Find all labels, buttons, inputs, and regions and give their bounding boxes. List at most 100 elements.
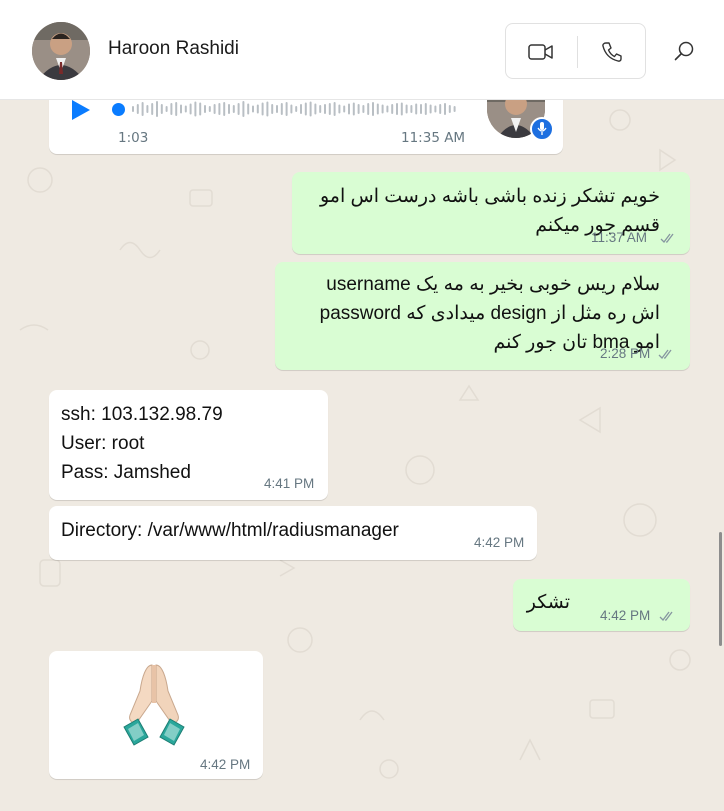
- waveform-bar: [415, 103, 418, 115]
- waveform-bar: [280, 103, 283, 115]
- waveform-bar: [256, 104, 259, 114]
- video-camera-icon: [528, 44, 553, 60]
- message-text: User: root: [61, 433, 145, 454]
- waveform-bar: [237, 103, 240, 115]
- chat-header: Haroon Rashidi: [0, 0, 724, 100]
- waveform-bar: [352, 102, 355, 116]
- video-call-button[interactable]: [506, 24, 576, 80]
- message-time: 4:42 PM: [200, 757, 251, 772]
- message-time: 2:28 PM: [600, 346, 651, 361]
- waveform-bar: [434, 105, 437, 113]
- waveform-bar: [343, 105, 346, 113]
- waveform-bar: [252, 105, 254, 113]
- waveform-bar: [180, 104, 182, 114]
- waveform-bar: [199, 102, 202, 116]
- message-text: Pass: Jamshed: [61, 462, 191, 483]
- message-time: 4:42 PM: [600, 608, 651, 623]
- waveform-bar: [136, 104, 139, 114]
- message-text: خویم تشکر زنده باشی باشه درست اس امو: [319, 186, 660, 207]
- voice-time: 11:35 AM: [401, 130, 466, 146]
- waveform-bar: [429, 104, 432, 114]
- read-receipt-icon: [660, 233, 674, 243]
- waveform-bar: [271, 104, 274, 114]
- waveform-bar: [194, 101, 197, 117]
- waveform-bar: [160, 104, 163, 114]
- waveform-bar: [309, 101, 312, 117]
- waveform-bar: [261, 102, 264, 116]
- message-text: سلام ریس خوبی بخیر به مه یک username: [326, 274, 660, 295]
- waveform-bar: [151, 103, 154, 115]
- waveform-bar: [444, 103, 446, 115]
- waveform-bar: [175, 102, 178, 116]
- waveform-bar: [338, 104, 341, 114]
- waveform-bar: [218, 103, 221, 115]
- waveform-bar: [132, 106, 134, 112]
- waveform-bar: [285, 102, 288, 116]
- waveform-bar: [232, 105, 235, 113]
- waveform-bar: [376, 103, 379, 115]
- waveform-bar: [146, 105, 149, 113]
- waveform-bar: [247, 103, 250, 115]
- contact-avatar[interactable]: [32, 22, 90, 80]
- waveform-bar: [362, 105, 365, 113]
- waveform-bar: [184, 105, 187, 113]
- waveform-bar: [424, 103, 427, 115]
- message-bubble-incoming: Directory: /var/www/html/radiusmanager 4…: [49, 506, 537, 560]
- waveform-bar: [276, 105, 278, 113]
- contact-name[interactable]: Haroon Rashidi: [108, 38, 239, 60]
- waveform-bar: [348, 103, 350, 115]
- waveform-bar: [405, 104, 408, 114]
- message-bubble-incoming: ssh: 103.132.98.79 User: root Pass: Jams…: [49, 390, 328, 500]
- message-text: تشکر: [526, 592, 570, 613]
- waveform-bar: [367, 103, 370, 115]
- waveform-bar: [208, 106, 211, 112]
- waveform-bar: [304, 102, 307, 116]
- folded-hands-icon: [123, 664, 185, 746]
- waveform-bar: [189, 103, 192, 115]
- message-time: 4:41 PM: [264, 476, 315, 491]
- call-buttons: [505, 23, 646, 79]
- message-text: password میدادی که design اش ره مثل از: [319, 303, 660, 324]
- waveform-bar: [300, 104, 302, 114]
- message-time: 4:42 PM: [474, 535, 525, 550]
- waveform-bar: [156, 101, 158, 117]
- message-text: Directory: /var/www/html/radiusmanager: [61, 520, 399, 541]
- scrollbar[interactable]: [719, 532, 722, 646]
- waveform-bar: [453, 106, 456, 112]
- waveform-bar: [386, 105, 389, 113]
- waveform-bar: [357, 104, 360, 114]
- waveform-bar: [328, 103, 331, 115]
- waveform-bar: [333, 102, 336, 116]
- phone-icon: [602, 42, 622, 62]
- voice-duration: 1:03: [118, 130, 149, 146]
- waveform-bar: [141, 102, 144, 116]
- search-button[interactable]: [668, 34, 700, 68]
- waveform-bar: [400, 102, 403, 116]
- waveform-bar: [295, 106, 298, 112]
- waveform-bar: [420, 104, 422, 114]
- message-bubble-outgoing: خویم تشکر زنده باشی باشه درست اس امو قسم…: [292, 172, 690, 254]
- waveform-bar: [391, 104, 394, 114]
- microphone-icon: [530, 117, 554, 141]
- waveform-bar: [448, 105, 451, 113]
- waveform-bar: [165, 106, 168, 112]
- waveform-bar: [204, 105, 206, 113]
- audio-progress-handle[interactable]: [112, 103, 125, 116]
- message-time: 11:37 AM: [591, 230, 648, 245]
- read-receipt-icon: [659, 611, 673, 621]
- waveform-bar: [381, 104, 384, 114]
- waveform-bar: [170, 103, 173, 115]
- voice-call-button[interactable]: [577, 24, 647, 80]
- waveform-bar: [439, 104, 442, 114]
- waveform-bar: [266, 101, 269, 117]
- audio-waveform[interactable]: [132, 100, 462, 118]
- waveform-bar: [314, 103, 317, 115]
- waveform-bar: [223, 102, 226, 116]
- waveform-bar: [213, 104, 216, 114]
- message-bubble-outgoing: تشکر 4:42 PM: [513, 579, 690, 631]
- waveform-bar: [396, 103, 398, 115]
- message-text: ssh: 103.132.98.79: [61, 404, 223, 425]
- waveform-bar: [242, 101, 245, 117]
- waveform-bar: [290, 104, 293, 114]
- play-icon[interactable]: [68, 98, 92, 126]
